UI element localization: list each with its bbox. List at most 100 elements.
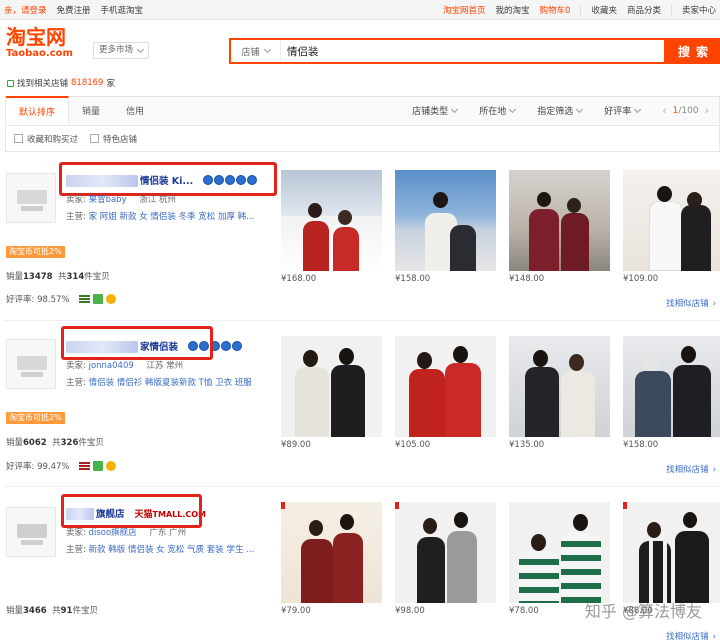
- items-prefix: 共: [52, 606, 61, 616]
- main-keywords[interactable]: 情侣装 情侣衫 韩版夏装新款 T恤 卫衣 班服: [89, 378, 252, 388]
- product-strip: ¥168.00 ¥158.00 ¥148.00 ¥109.00: [281, 170, 720, 284]
- seller-location: 江苏 常州: [146, 361, 184, 371]
- product-image[interactable]: [623, 336, 720, 437]
- filter-good-rate[interactable]: 好评率: [604, 104, 642, 117]
- search-button[interactable]: 搜索: [666, 38, 720, 64]
- product-card[interactable]: ¥158.00: [395, 170, 496, 284]
- product-image[interactable]: [395, 336, 496, 437]
- coin-badge: 淘宝币可抵2%: [6, 412, 65, 424]
- search-input[interactable]: [281, 45, 581, 57]
- login-link[interactable]: 亲，请登录: [4, 4, 47, 16]
- product-card[interactable]: ¥79.00: [281, 502, 382, 616]
- seller-center-link[interactable]: 卖家中心: [682, 4, 716, 16]
- product-image[interactable]: [395, 170, 496, 271]
- product-card[interactable]: ¥148.00: [509, 170, 610, 284]
- shop-logo[interactable]: [6, 507, 56, 557]
- product-image[interactable]: [623, 170, 720, 271]
- similar-shops-link[interactable]: 找相似店铺 ›: [666, 463, 716, 475]
- product-image[interactable]: [281, 502, 382, 603]
- logo-text-cn: 淘宝网: [6, 25, 66, 49]
- items-prefix: 共: [52, 438, 61, 448]
- service-green-icon: [93, 461, 104, 471]
- shop-logo[interactable]: [6, 173, 56, 223]
- header: 淘宝网 Taobao.com 更多市场 店铺 搜索: [0, 20, 720, 72]
- taobao-home-link[interactable]: 淘宝网首页: [443, 4, 486, 16]
- tab-default-sort[interactable]: 默认排序: [6, 96, 70, 124]
- product-image[interactable]: [395, 502, 496, 603]
- tab-sales[interactable]: 销量: [69, 97, 113, 125]
- filter-location[interactable]: 所在地: [479, 104, 517, 117]
- sales-info: 销量6062 共326件宝贝: [6, 436, 104, 448]
- filter-shop-type[interactable]: 店铺类型: [412, 104, 459, 117]
- product-image[interactable]: [509, 502, 610, 603]
- tab-credit[interactable]: 信用: [113, 97, 157, 125]
- sales-count: 6062: [23, 438, 47, 448]
- good-rate-text: 好评率: 99.47%: [6, 462, 70, 472]
- items-suffix: 件宝贝: [84, 272, 110, 282]
- main-keywords[interactable]: 新款 韩版 情侣装 女 宽松 气质 套装 学生 ...: [89, 545, 255, 555]
- filter-specified[interactable]: 指定筛选: [537, 104, 584, 117]
- product-image[interactable]: [509, 170, 610, 271]
- search-scope-label: 店铺: [241, 47, 260, 58]
- shop-icon: [7, 79, 14, 87]
- product-image[interactable]: [509, 336, 610, 437]
- seller-info: 卖家: disoo旗舰店 广东 广州: [66, 526, 186, 538]
- next-page-icon[interactable]: ›: [705, 104, 709, 117]
- main-keywords[interactable]: 家 阿姐 新款 女 情侣装 冬季 宽松 加厚 韩...: [89, 212, 255, 222]
- checkbox[interactable]: [14, 134, 23, 143]
- similar-label: 找相似店铺: [666, 299, 709, 309]
- sort-filter-bar: 默认排序 销量 信用 店铺类型 所在地 指定筛选 好评率 ‹ 1/100 ›: [5, 96, 720, 124]
- product-card[interactable]: ¥89.00: [281, 336, 382, 450]
- checkbox[interactable]: [90, 134, 100, 143]
- filter-group: 店铺类型 所在地 指定筛选 好评率 ‹ 1/100 ›: [412, 104, 719, 117]
- product-image[interactable]: [623, 502, 720, 603]
- highlight-box: [61, 494, 202, 528]
- divider: [670, 4, 672, 15]
- pager: ‹ 1/100 ›: [662, 104, 709, 117]
- taobao-logo[interactable]: 淘宝网 Taobao.com: [6, 26, 84, 60]
- sales-count: 3466: [23, 606, 47, 616]
- seller-nick[interactable]: jonna0409: [89, 361, 134, 371]
- product-image[interactable]: [281, 336, 382, 437]
- categories-link[interactable]: 商品分类: [627, 4, 661, 16]
- more-market-label: 更多市场: [99, 45, 134, 55]
- more-market-dropdown[interactable]: 更多市场: [93, 42, 149, 59]
- main-business: 主营: 新款 韩版 情侣装 女 宽松 气质 套装 学生 ...: [66, 543, 276, 555]
- option-featured-shop[interactable]: 特色店铺: [90, 133, 137, 145]
- my-taobao-link[interactable]: 我的淘宝: [496, 4, 530, 16]
- product-card[interactable]: ¥105.00: [395, 336, 496, 450]
- shop-logo[interactable]: [6, 339, 56, 389]
- product-image[interactable]: [281, 170, 382, 271]
- favorites-link[interactable]: 收藏夹: [591, 4, 617, 16]
- product-price: ¥135.00: [509, 440, 545, 450]
- search-scope-select[interactable]: 店铺: [231, 40, 281, 62]
- register-link[interactable]: 免费注册: [57, 4, 91, 16]
- divider: [580, 4, 582, 15]
- search-bar: 店铺 搜索: [229, 38, 720, 64]
- seller-nick[interactable]: disoo旗舰店: [89, 528, 137, 538]
- option-label: 特色店铺: [103, 134, 138, 145]
- result-count: 找到相关店铺 818169 家: [7, 77, 115, 89]
- sales-info: 销量13478 共314件宝贝: [6, 270, 110, 282]
- seller-nick[interactable]: 果冒baby: [89, 195, 127, 205]
- good-rate-text: 好评率: 98.57%: [6, 295, 70, 305]
- similar-shops-link[interactable]: 找相似店铺 ›: [666, 297, 716, 309]
- highlight-box: [59, 162, 277, 196]
- product-price: ¥109.00: [623, 274, 659, 284]
- similar-shops-link[interactable]: 找相似店铺 ›: [666, 630, 716, 642]
- service-green-icon: [93, 294, 104, 304]
- service-lines-icon: [79, 461, 91, 471]
- cart-link[interactable]: 购物车0: [540, 4, 571, 16]
- mobile-link[interactable]: 手机逛淘宝: [101, 4, 144, 16]
- product-price: ¥148.00: [509, 274, 545, 284]
- product-card[interactable]: ¥135.00: [509, 336, 610, 450]
- sales-count: 13478: [23, 272, 53, 282]
- product-price: ¥98.00: [395, 606, 425, 616]
- product-card[interactable]: ¥158.00: [623, 336, 720, 450]
- main-label: 主营:: [66, 545, 86, 555]
- product-card[interactable]: ¥98.00: [395, 502, 496, 616]
- option-purchased[interactable]: 收藏和购买过: [14, 133, 78, 145]
- product-card[interactable]: ¥109.00: [623, 170, 720, 284]
- product-card[interactable]: ¥168.00: [281, 170, 382, 284]
- prev-page-icon[interactable]: ‹: [662, 104, 666, 117]
